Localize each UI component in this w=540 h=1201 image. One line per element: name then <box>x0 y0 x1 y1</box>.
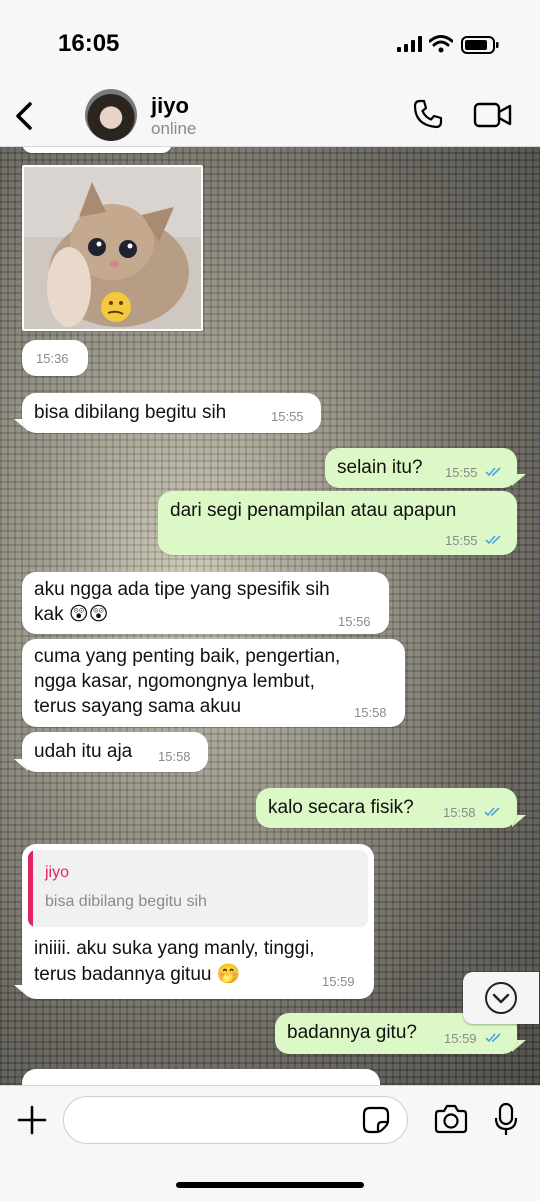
incoming-reply-message[interactable]: jiyo bisa dibilang begitu sih iniiii. ak… <box>22 844 374 999</box>
incoming-message[interactable]: udah itu aja 15:58 <box>22 732 208 772</box>
outgoing-message[interactable]: selain itu? 15:55 <box>325 448 517 488</box>
chat-header: jiyo online <box>0 88 540 147</box>
incoming-message[interactable]: cuma yang penting baik, pengertian, ngga… <box>22 639 405 727</box>
message-time: 15:56 <box>338 614 371 629</box>
message-time: 15:59 <box>444 1031 477 1046</box>
read-receipt-icon <box>485 1033 501 1043</box>
image-message[interactable] <box>22 165 203 331</box>
scroll-to-bottom-button[interactable] <box>463 972 539 1024</box>
message-text: badannya gitu? <box>287 1022 417 1043</box>
message-time: 15:59 <box>322 974 355 989</box>
chevron-down-circle-icon <box>485 982 517 1014</box>
status-time: 16:05 <box>58 30 120 57</box>
quoted-message[interactable]: jiyo bisa dibilang begitu sih <box>28 850 368 927</box>
message-time: 15:58 <box>158 749 191 764</box>
message-time: 15:36 <box>36 351 69 366</box>
message-text-line: terus sayang sama akuu <box>34 696 242 717</box>
contact-name[interactable]: jiyo <box>151 93 189 119</box>
wifi-icon <box>429 35 453 53</box>
incoming-message[interactable]: bisa dibilang begitu sih 15:55 <box>22 393 321 433</box>
back-chevron-icon[interactable] <box>10 98 40 134</box>
quoted-text: bisa dibilang begitu sih <box>45 893 207 910</box>
quoted-author: jiyo <box>45 864 70 881</box>
message-time: 15:55 <box>271 409 304 424</box>
battery-icon <box>461 36 499 54</box>
message-input[interactable] <box>63 1096 408 1144</box>
message-text-line: kak 😲😲 <box>34 604 109 625</box>
message-time: 15:58 <box>443 805 476 820</box>
outgoing-message[interactable]: dari segi penampilan atau apapun 15:55 <box>158 491 517 555</box>
read-receipt-icon <box>484 807 500 817</box>
message-time: 15:58 <box>354 705 387 720</box>
outgoing-message[interactable]: kalo secara fisik? 15:58 <box>256 788 517 828</box>
image-timestamp-bubble: 15:36 <box>22 340 88 376</box>
message-time: 15:55 <box>445 533 478 548</box>
message-bubble-partial[interactable] <box>22 1069 380 1085</box>
message-list[interactable]: 15:36 bisa dibilang begitu sih 15:55 sel… <box>0 147 540 1085</box>
message-text: bisa dibilang begitu sih <box>34 402 227 423</box>
camera-icon[interactable] <box>434 1104 468 1134</box>
status-bar: 16:05 <box>0 0 540 88</box>
video-call-icon[interactable] <box>473 101 513 129</box>
message-text: kalo secara fisik? <box>268 797 414 818</box>
contact-presence: online <box>151 119 197 138</box>
incoming-message[interactable]: aku ngga ada tipe yang spesifik sih kak … <box>22 572 389 634</box>
message-time: 15:55 <box>445 465 478 480</box>
read-receipt-icon <box>485 467 501 477</box>
microphone-icon[interactable] <box>494 1102 518 1136</box>
message-text-line: aku ngga ada tipe yang spesifik sih <box>34 579 330 600</box>
message-text-line: ngga kasar, ngomongnya lembut, <box>34 671 315 692</box>
message-text-line: terus badannya gituu 🤭 <box>34 964 241 985</box>
quote-accent-bar <box>28 850 33 927</box>
phone-call-icon[interactable] <box>412 98 444 130</box>
message-bubble-partial[interactable] <box>22 147 172 153</box>
message-text: selain itu? <box>337 457 423 478</box>
attach-plus-icon[interactable] <box>16 1104 48 1136</box>
home-indicator <box>176 1182 364 1188</box>
kitten-photo[interactable] <box>24 167 201 329</box>
contact-avatar[interactable] <box>85 89 137 141</box>
message-text-line: cuma yang penting baik, pengertian, <box>34 646 341 667</box>
message-text: dari segi penampilan atau apapun <box>170 500 457 521</box>
sticker-icon[interactable] <box>362 1106 390 1134</box>
cellular-signal-icon <box>397 36 422 52</box>
message-text-line: iniiii. aku suka yang manly, tinggi, <box>34 938 315 959</box>
message-text: udah itu aja <box>34 741 133 762</box>
read-receipt-icon <box>485 535 501 545</box>
